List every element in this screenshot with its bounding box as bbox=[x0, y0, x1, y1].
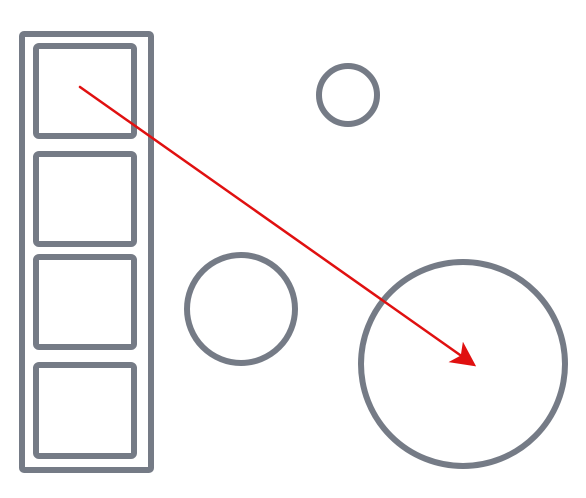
large-circle[interactable] bbox=[358, 259, 568, 469]
small-circle[interactable] bbox=[316, 63, 380, 127]
connector-arrow[interactable] bbox=[78, 85, 477, 367]
stack-box-3[interactable] bbox=[33, 254, 137, 350]
medium-circle[interactable] bbox=[184, 252, 298, 366]
stack-box-4[interactable] bbox=[33, 362, 137, 459]
diagram-svg bbox=[19, 31, 568, 473]
stack-box-2[interactable] bbox=[33, 151, 137, 247]
diagram-canvas bbox=[0, 0, 586, 498]
